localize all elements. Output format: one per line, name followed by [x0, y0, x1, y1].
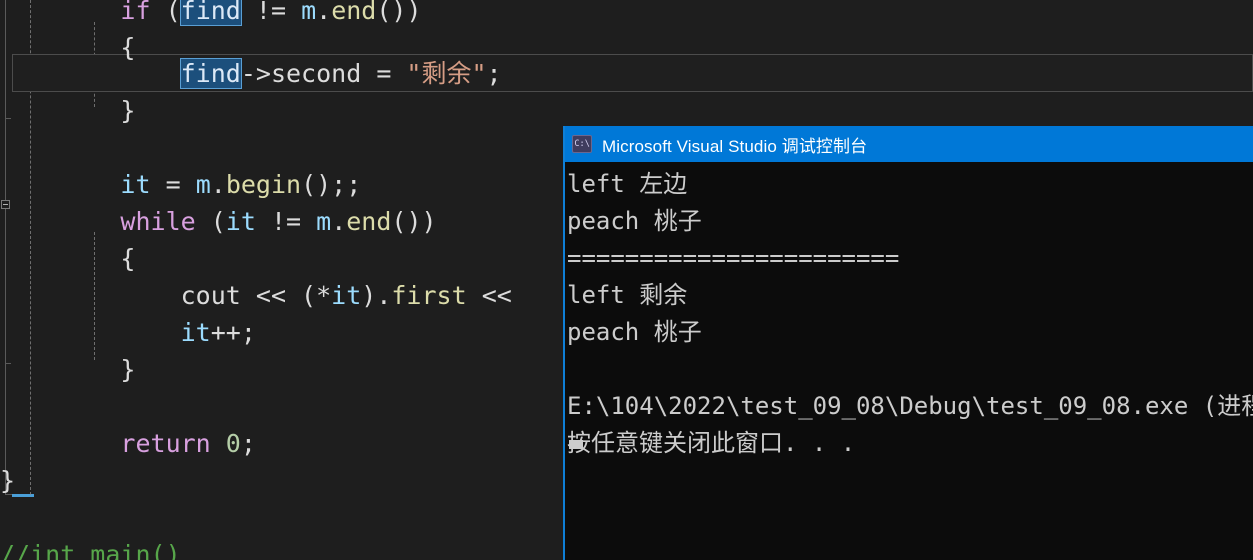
console-app-icon: C:\: [572, 135, 592, 153]
code-token: ++;: [210, 318, 256, 347]
code-token: !=: [255, 207, 317, 236]
code-token: end: [331, 0, 377, 25]
code-token: =: [361, 59, 407, 88]
console-output-line: 按任意键关闭此窗口. . .: [567, 429, 856, 457]
code-token: ()): [391, 207, 437, 236]
selected-token: find: [179, 0, 242, 26]
console-output-line: peach 桃子: [567, 207, 702, 235]
code-token: second: [270, 59, 362, 88]
console-output-line: left 左边: [567, 170, 688, 198]
console-app-icon-label: C:\: [574, 138, 590, 149]
code-token: .: [316, 0, 332, 25]
code-token: << (*: [240, 281, 332, 310]
code-token: ;: [486, 59, 502, 88]
console-titlebar[interactable]: C:\ Microsoft Visual Studio 调试控制台: [565, 126, 1253, 162]
code-token: ()): [376, 0, 422, 25]
console-output-area[interactable]: left 左边 peach 桃子 ======================= le…: [565, 162, 1253, 560]
code-line[interactable]: }: [0, 92, 135, 129]
code-line[interactable]: it = m.begin();;: [0, 166, 361, 203]
code-line[interactable]: find->second = "剩余";: [0, 55, 502, 92]
code-token: }: [0, 466, 16, 495]
code-token: !=: [240, 0, 302, 25]
console-output-line: left 剩余: [567, 281, 688, 309]
console-window-title: Microsoft Visual Studio 调试控制台: [602, 136, 868, 156]
code-token: m: [195, 170, 211, 199]
code-token: ();;: [301, 170, 362, 199]
debug-console-window[interactable]: C:\ Microsoft Visual Studio 调试控制台 left 左…: [563, 126, 1253, 560]
code-token: it: [225, 207, 256, 236]
code-token: (: [195, 207, 226, 236]
code-token: =: [150, 170, 196, 199]
code-token: it: [331, 281, 362, 310]
code-line[interactable]: }: [0, 351, 135, 388]
code-token: while: [120, 207, 196, 236]
code-token: ).: [361, 281, 392, 310]
code-token: .: [210, 170, 226, 199]
code-line[interactable]: return 0;: [0, 425, 256, 462]
code-token: (: [150, 0, 181, 25]
code-token: "剩余": [406, 59, 487, 88]
code-line[interactable]: {: [0, 240, 135, 277]
console-output-line: peach 桃子: [567, 318, 702, 346]
console-output-lines: left 左边 peach 桃子 ======================= le…: [567, 166, 1253, 462]
code-token: }: [0, 96, 136, 125]
code-token: cout: [180, 281, 241, 310]
selected-token: find: [179, 58, 242, 89]
code-token: begin: [225, 170, 302, 199]
console-output-line: =======================: [567, 244, 900, 272]
code-token: .: [331, 207, 347, 236]
console-text-cursor: [569, 440, 583, 449]
code-line[interactable]: while (it != m.end()): [0, 203, 437, 240]
code-line[interactable]: }: [0, 462, 15, 499]
code-line[interactable]: it++;: [0, 314, 256, 351]
code-token: ;: [240, 429, 256, 458]
code-token: m: [301, 0, 317, 25]
code-token: if: [120, 0, 151, 25]
code-token: return: [120, 429, 211, 458]
code-token: //int main(): [0, 540, 181, 560]
code-token: it: [180, 318, 211, 347]
code-line[interactable]: //int main(): [0, 536, 181, 560]
code-token: ->: [240, 59, 271, 88]
code-line[interactable]: if (find != m.end()): [0, 0, 422, 29]
code-token: }: [0, 355, 136, 384]
code-token: m: [316, 207, 332, 236]
code-token: end: [346, 207, 392, 236]
code-token: 0: [225, 429, 241, 458]
code-token: <<: [466, 281, 527, 310]
code-token: first: [391, 281, 467, 310]
code-token: {: [0, 244, 136, 273]
console-output-line: E:\104\2022\test_09_08\Debug\test_09_08.…: [567, 392, 1253, 420]
code-line[interactable]: cout << (*it).first <<: [0, 277, 527, 314]
code-token: it: [120, 170, 151, 199]
